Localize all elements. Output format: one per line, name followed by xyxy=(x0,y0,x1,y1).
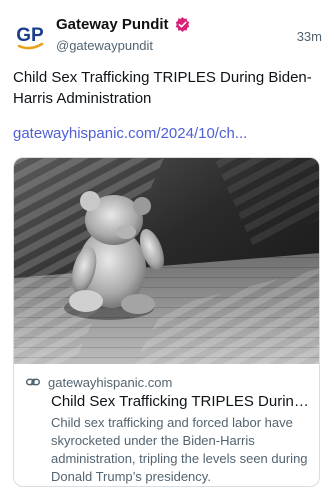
link-preview-card[interactable]: gatewayhispanic.com Child Sex Traffickin… xyxy=(13,157,320,487)
avatar[interactable]: GP xyxy=(12,18,48,54)
name-row: Gateway Pundit xyxy=(56,16,191,33)
card-domain: gatewayhispanic.com xyxy=(48,374,173,390)
post-time[interactable]: 33m xyxy=(297,29,322,44)
card-domain-row: gatewayhispanic.com xyxy=(25,374,172,390)
link-icon xyxy=(25,378,41,386)
post[interactable]: GP Gateway Pundit @gatewaypundit 33m Chi… xyxy=(0,0,334,500)
avatar-initials: GP xyxy=(16,25,44,46)
author-handle[interactable]: @gatewaypundit xyxy=(56,38,153,53)
gateway-pundit-logo-icon: GP xyxy=(12,18,48,54)
card-image[interactable] xyxy=(14,158,320,364)
card-description: Child sex trafficking and forced labor h… xyxy=(51,415,308,484)
post-text: Child Sex Trafficking TRIPLES During Bid… xyxy=(13,69,312,107)
display-name[interactable]: Gateway Pundit xyxy=(56,16,169,33)
verified-badge-icon xyxy=(175,17,189,32)
card-title[interactable]: Child Sex Trafficking TRIPLES During Bid… xyxy=(51,392,313,412)
card-body: gatewayhispanic.com Child Sex Traffickin… xyxy=(14,364,319,486)
post-header: GP Gateway Pundit @gatewaypundit 33m xyxy=(12,14,322,58)
post-link[interactable]: gatewayhispanic.com/2024/10/ch... xyxy=(13,124,318,144)
